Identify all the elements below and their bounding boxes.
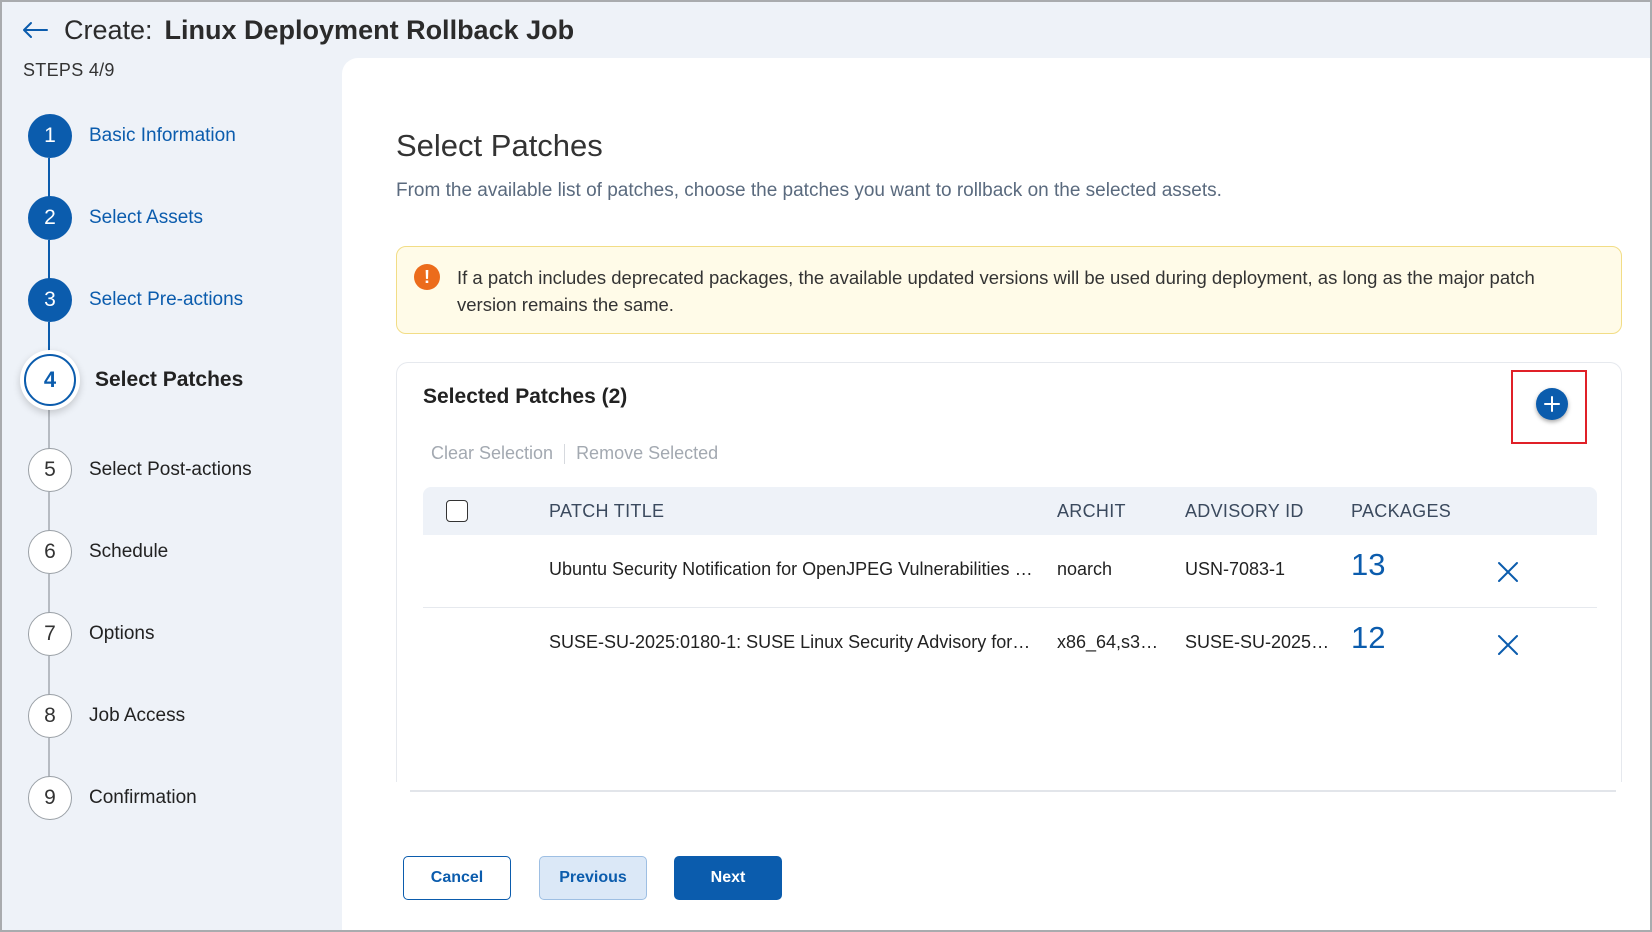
cell-packages-link[interactable]: 12 — [1351, 620, 1385, 656]
step-select-post-actions[interactable]: 5 Select Post-actions — [28, 448, 252, 492]
column-packages[interactable]: PACKAGES — [1351, 501, 1451, 522]
step-connector — [48, 322, 50, 356]
cell-archit: x86_64,s390x — [1057, 632, 1167, 653]
column-patch-title[interactable]: PATCH TITLE — [549, 501, 664, 522]
table-row: SUSE-SU-2025:0180-1: SUSE Linux Security… — [423, 608, 1597, 681]
step-number: 5 — [28, 448, 72, 492]
footer-divider — [410, 790, 1616, 792]
cell-archit: noarch — [1057, 559, 1167, 580]
step-number: 9 — [28, 776, 72, 820]
page-description: From the available list of patches, choo… — [396, 180, 1222, 202]
plus-icon — [1543, 395, 1561, 413]
step-number: 6 — [28, 530, 72, 574]
highlight-box — [1511, 370, 1587, 444]
info-alert: ! If a patch includes deprecated package… — [396, 246, 1622, 334]
cell-patch-title: Ubuntu Security Notification for OpenJPE… — [549, 559, 1035, 580]
column-archit[interactable]: ARCHIT — [1057, 501, 1126, 522]
step-label: Select Pre-actions — [89, 289, 243, 311]
column-advisory-id[interactable]: ADVISORY ID — [1185, 501, 1304, 522]
step-basic-information[interactable]: 1 Basic Information — [28, 114, 236, 158]
step-select-assets[interactable]: 2 Select Assets — [28, 196, 203, 240]
step-confirmation[interactable]: 9 Confirmation — [28, 776, 197, 820]
patches-table: PATCH TITLE ARCHIT ADVISORY ID PACKAGES … — [423, 487, 1597, 681]
previous-button[interactable]: Previous — [539, 856, 647, 900]
exclamation-icon: ! — [414, 264, 440, 290]
step-number: 3 — [28, 278, 72, 322]
step-number: 2 — [28, 196, 72, 240]
step-number: 4 — [24, 354, 76, 406]
clear-selection-button[interactable]: Clear Selection — [431, 443, 553, 464]
stepper: 1 Basic Information 2 Select Assets 3 Se… — [2, 2, 342, 932]
cell-packages-link[interactable]: 13 — [1351, 547, 1385, 583]
step-label: Select Post-actions — [89, 459, 252, 481]
cell-advisory-id: USN-7083-1 — [1185, 559, 1331, 580]
table-row: Ubuntu Security Notification for OpenJPE… — [423, 535, 1597, 608]
step-select-pre-actions[interactable]: 3 Select Pre-actions — [28, 278, 243, 322]
step-number: 7 — [28, 612, 72, 656]
step-label: Schedule — [89, 541, 168, 563]
step-number: 8 — [28, 694, 72, 738]
cell-patch-title: SUSE-SU-2025:0180-1: SUSE Linux Security… — [549, 632, 1035, 653]
page-title: Select Patches — [396, 128, 603, 164]
app-window: Create: Linux Deployment Rollback Job ST… — [0, 0, 1652, 932]
step-select-patches[interactable]: 4 Select Patches — [24, 354, 243, 406]
remove-selected-button[interactable]: Remove Selected — [576, 443, 718, 464]
selection-actions: Clear Selection Remove Selected — [431, 443, 718, 464]
divider — [564, 444, 565, 464]
step-number: 1 — [28, 114, 72, 158]
step-schedule[interactable]: 6 Schedule — [28, 530, 168, 574]
table-header: PATCH TITLE ARCHIT ADVISORY ID PACKAGES — [423, 487, 1597, 535]
cell-advisory-id: SUSE-SU-2025:0180-1 — [1185, 632, 1331, 653]
alert-text: If a patch includes deprecated packages,… — [457, 264, 1597, 318]
selected-patches-title: Selected Patches (2) — [423, 385, 627, 409]
step-label: Options — [89, 623, 154, 645]
select-all-checkbox[interactable] — [446, 500, 468, 522]
next-button[interactable]: Next — [674, 856, 782, 900]
main-panel: Select Patches From the available list o… — [342, 58, 1652, 932]
close-icon[interactable] — [1495, 632, 1521, 658]
step-job-access[interactable]: 8 Job Access — [28, 694, 185, 738]
step-label: Confirmation — [89, 787, 197, 809]
add-patch-button[interactable] — [1536, 388, 1568, 420]
step-label: Select Assets — [89, 207, 203, 229]
cancel-button[interactable]: Cancel — [403, 856, 511, 900]
step-label: Job Access — [89, 705, 185, 727]
step-label: Select Patches — [95, 368, 243, 392]
selected-patches-card: Selected Patches (2) Clear Selection Rem… — [396, 362, 1622, 782]
step-options[interactable]: 7 Options — [28, 612, 154, 656]
step-label: Basic Information — [89, 125, 236, 147]
close-icon[interactable] — [1495, 559, 1521, 585]
